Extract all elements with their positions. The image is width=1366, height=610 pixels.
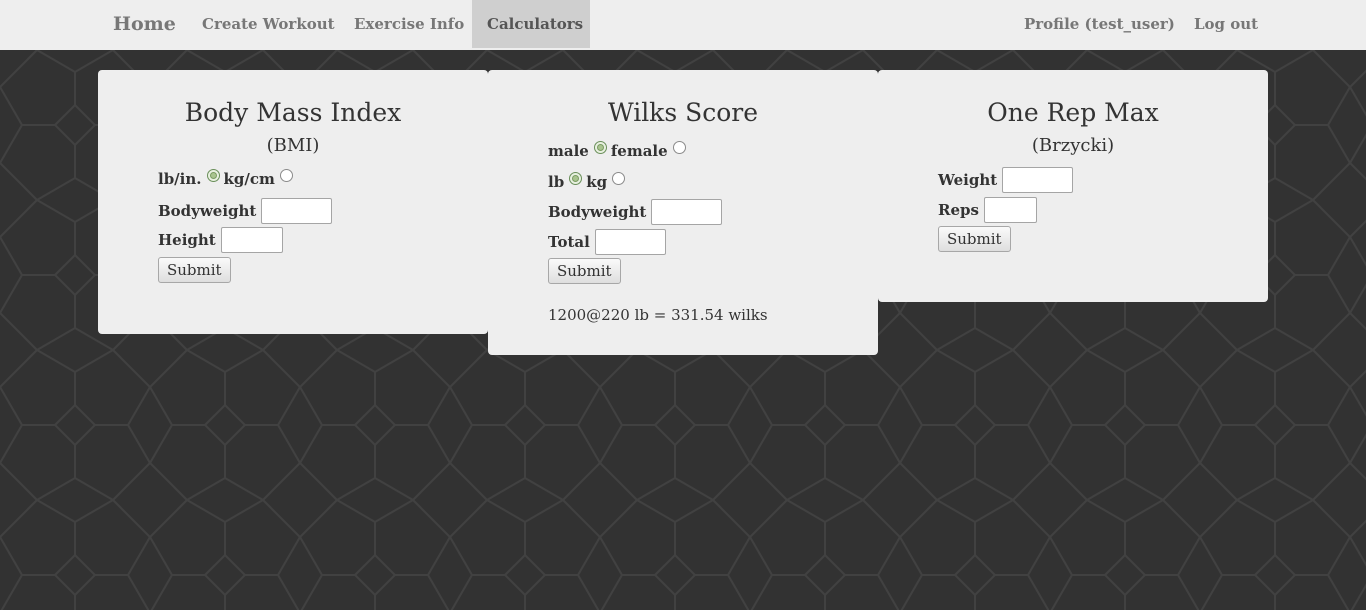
top-navbar: Home Create Workout Exercise Info Calcul… <box>0 0 1366 50</box>
bmi-submit-button[interactable]: Submit <box>158 257 231 283</box>
wilks-total-row: Total <box>548 229 666 255</box>
bmi-height-input[interactable] <box>220 227 283 253</box>
orm-weight-input[interactable] <box>1002 167 1074 193</box>
orm-reps-row: Reps <box>938 197 1037 223</box>
wilks-kg-label: kg <box>586 173 608 191</box>
bmi-unit-metric-radio[interactable] <box>279 168 293 182</box>
orm-subtitle: (Brzycki) <box>1031 135 1115 156</box>
wilks-male-label: male <box>548 142 589 160</box>
wilks-title: Wilks Score <box>607 98 759 127</box>
orm-title: One Rep Max <box>987 98 1159 127</box>
wilks-total-label: Total <box>548 233 590 251</box>
nav-create-workout-link[interactable]: Create Workout <box>187 0 350 48</box>
wilks-kg-radio[interactable] <box>612 171 626 185</box>
orm-reps-input[interactable] <box>983 197 1037 223</box>
wilks-submit-button[interactable]: Submit <box>548 258 621 284</box>
nav-profile-link[interactable]: Profile (test_user) <box>1009 0 1190 48</box>
bmi-card: Body Mass Index (BMI) lb/in. kg/cm Bodyw… <box>98 70 488 334</box>
wilks-lb-label: lb <box>548 173 565 191</box>
bmi-bodyweight-label: Bodyweight <box>158 202 257 220</box>
orm-card: One Rep Max (Brzycki) Weight Reps Submit <box>878 70 1268 302</box>
nav-logout-link[interactable]: Log out <box>1179 0 1273 48</box>
orm-reps-label: Reps <box>938 201 979 219</box>
wilks-result-text: 1200@220 lb = 331.54 wilks <box>548 306 768 324</box>
bmi-subtitle: (BMI) <box>266 135 320 156</box>
wilks-bodyweight-row: Bodyweight <box>548 199 723 225</box>
bmi-unit-metric-label: kg/cm <box>223 170 275 188</box>
nav-calculators-link[interactable]: Calculators <box>472 0 590 48</box>
bmi-bodyweight-input[interactable] <box>261 198 333 224</box>
wilks-bodyweight-label: Bodyweight <box>548 203 647 221</box>
wilks-female-label: female <box>610 142 668 160</box>
bmi-unit-imperial-radio[interactable] <box>206 168 220 182</box>
bmi-title: Body Mass Index <box>184 98 402 127</box>
wilks-total-input[interactable] <box>594 229 666 255</box>
wilks-male-radio[interactable] <box>593 140 607 154</box>
wilks-sex-row: male female <box>548 140 690 160</box>
orm-submit-button[interactable]: Submit <box>938 226 1011 252</box>
wilks-female-radio[interactable] <box>672 140 686 154</box>
wilks-bodyweight-input[interactable] <box>651 199 723 225</box>
bmi-unit-row: lb/in. kg/cm <box>158 168 297 188</box>
wilks-card: Wilks Score male female lb kg Bodyweight… <box>488 70 878 355</box>
bmi-unit-imperial-label: lb/in. <box>158 170 202 188</box>
bmi-height-row: Height <box>158 227 283 253</box>
orm-weight-label: Weight <box>938 171 998 189</box>
nav-home-link[interactable]: Home <box>98 0 191 48</box>
bmi-height-label: Height <box>158 231 216 249</box>
wilks-lb-radio[interactable] <box>569 171 583 185</box>
bmi-bodyweight-row: Bodyweight <box>158 198 333 224</box>
wilks-unit-row: lb kg <box>548 171 629 191</box>
orm-weight-row: Weight <box>938 167 1074 193</box>
nav-exercise-info-link[interactable]: Exercise Info <box>339 0 479 48</box>
